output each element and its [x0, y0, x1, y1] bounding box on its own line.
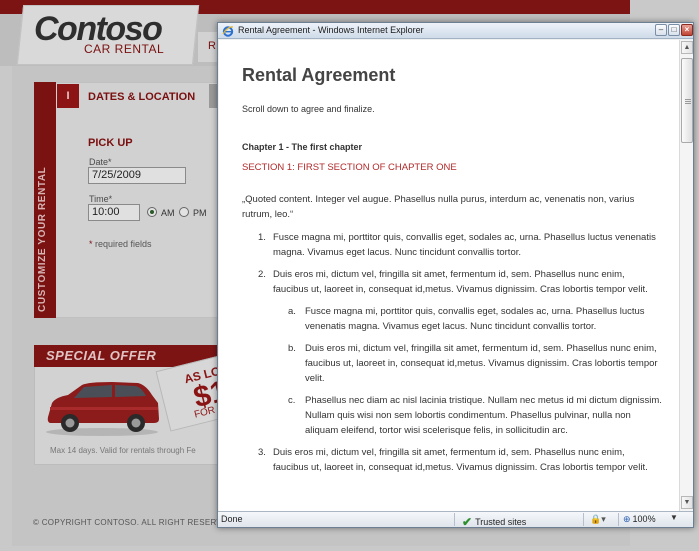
status-text: Done — [221, 514, 243, 524]
car-image — [46, 382, 159, 436]
window-titlebar[interactable]: Rental Agreement - Windows Internet Expl… — [218, 23, 693, 39]
am-radio[interactable] — [147, 207, 157, 217]
sub-list-item-letter: c. — [288, 395, 296, 406]
zoom-level: 100% — [632, 514, 656, 524]
status-divider — [618, 513, 619, 526]
list-item-text: Duis eros mi, dictum vel, fringilla sit … — [273, 269, 648, 295]
required-note: * required fields — [89, 239, 152, 249]
list-item: 2. Duis eros mi, dictum vel, fringilla s… — [242, 267, 662, 297]
chevron-down-icon[interactable]: ▼ — [670, 513, 678, 522]
status-divider — [454, 513, 455, 526]
list-item-text: Duis eros mi, dictum vel, fringilla sit … — [273, 447, 648, 473]
list-item-number: 2. — [258, 269, 266, 280]
ie-logo-icon — [222, 26, 234, 37]
list-item-number: 3. — [258, 447, 266, 458]
close-icon[interactable]: × — [681, 24, 693, 36]
sub-list-item-text: Fusce magna mi, porttitor quis, convalli… — [305, 306, 645, 332]
instruction-text: Scroll down to agree and finalize. — [242, 104, 375, 114]
pm-label: PM — [193, 208, 207, 218]
quoted-content: „Quoted content. Integer vel augue. Phas… — [242, 194, 635, 220]
sub-list-item-text: Duis eros mi, dictum vel, fringilla sit … — [305, 343, 658, 384]
page-title: Rental Agreement — [242, 65, 396, 85]
am-label: AM — [161, 208, 175, 218]
maximize-icon[interactable]: □ — [668, 24, 680, 36]
time-field[interactable]: 10:00 — [88, 204, 140, 221]
sub-list-item: b. Duis eros mi, dictum vel, fringilla s… — [242, 341, 662, 386]
pickup-heading: PICK UP — [88, 137, 133, 149]
agreement-list: 1. Fusce magna mi, porttitor quis, conva… — [242, 230, 662, 482]
scrollbar-thumb[interactable] — [681, 58, 693, 143]
list-item-number: 1. — [258, 232, 266, 243]
time-label: Time* — [89, 194, 113, 204]
logo-subtitle: CAR RENTAL — [84, 42, 165, 56]
window-title: Rental Agreement - Windows Internet Expl… — [238, 25, 424, 35]
minimize-icon[interactable]: – — [655, 24, 667, 36]
sub-list-item-letter: b. — [288, 343, 296, 354]
rental-agreement-window: Rental Agreement - Windows Internet Expl… — [217, 22, 694, 529]
document-viewport[interactable]: Rental Agreement Scroll down to agree an… — [219, 40, 679, 511]
checkmark-icon: ✔ — [462, 515, 473, 529]
sub-list-item-text: Phasellus nec diam ac nisl lacinia trist… — [305, 395, 662, 436]
sub-list-item: c. Phasellus nec diam ac nisl lacinia tr… — [242, 393, 662, 438]
date-label: Date* — [89, 157, 112, 167]
step-number: I — [57, 84, 79, 108]
scroll-up-icon[interactable]: ▲ — [681, 41, 693, 54]
chapter-heading: Chapter 1 - The first chapter — [242, 142, 363, 152]
security-zone[interactable]: ✔ Trusted sites — [462, 514, 527, 529]
list-item: 1. Fusce magna mi, porttitor quis, conva… — [242, 230, 662, 260]
sub-list-item: a. Fusce magna mi, porttitor quis, conva… — [242, 304, 662, 334]
security-lock-icon[interactable]: 🔒▾ — [590, 514, 606, 525]
offer-note: Max 14 days. Valid for rentals through F… — [50, 446, 196, 455]
list-item-text: Fusce magna mi, porttitor quis, convalli… — [273, 232, 656, 258]
zoom-icon: ⊕ — [623, 514, 631, 524]
special-offer-title: SPECIAL OFFER — [46, 348, 157, 363]
zone-label: Trusted sites — [475, 517, 527, 527]
date-field[interactable]: 7/25/2009 — [88, 167, 186, 184]
vertical-scrollbar[interactable]: ▲ ▼ — [679, 40, 693, 511]
zoom-control[interactable]: ⊕ 100% — [623, 514, 656, 525]
section-heading: SECTION 1: FIRST SECTION OF CHAPTER ONE — [242, 162, 457, 173]
list-item: 3. Duis eros mi, dictum vel, fringilla s… — [242, 445, 662, 475]
sub-list-item-letter: a. — [288, 306, 296, 317]
booking-form-card — [34, 82, 230, 318]
status-divider — [583, 513, 584, 526]
scroll-down-icon[interactable]: ▼ — [681, 496, 693, 509]
sidebar-label: CUSTOMIZE YOUR RENTAL — [37, 166, 48, 312]
copyright-text: © COPYRIGHT CONTOSO. ALL RIGHT RESERV — [33, 518, 223, 527]
tab-dates-location[interactable]: DATES & LOCATION — [88, 91, 195, 103]
status-bar: Done ✔ Trusted sites 🔒▾ ⊕ 100% ▼ — [218, 511, 693, 529]
pm-radio[interactable] — [179, 207, 189, 217]
